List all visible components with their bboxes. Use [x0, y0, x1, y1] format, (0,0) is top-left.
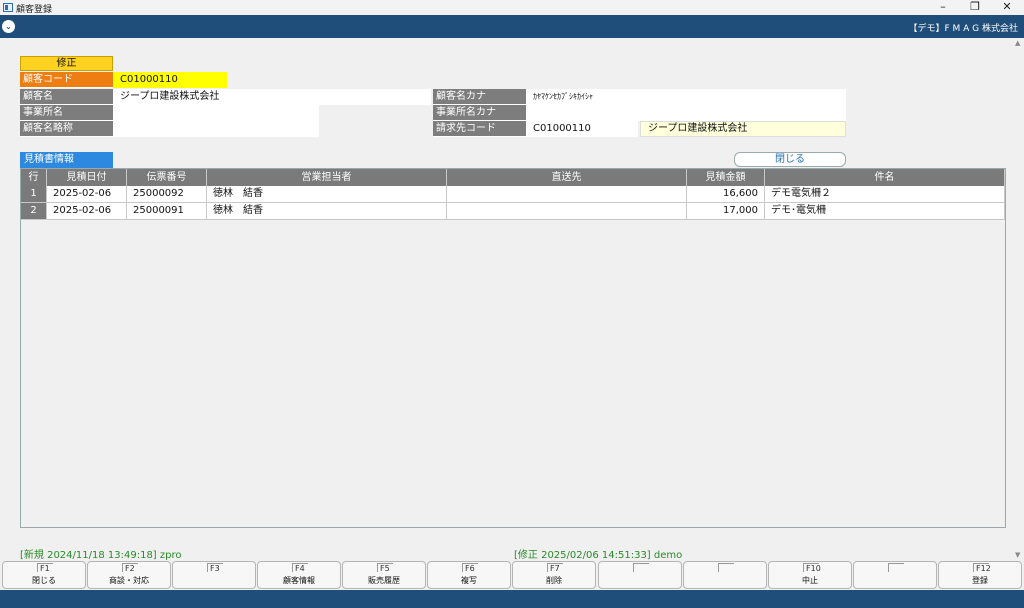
f5-button[interactable]: F5 販売履歴 — [342, 561, 426, 589]
f10-button[interactable]: F10 中止 — [768, 561, 852, 589]
short-name-field[interactable] — [113, 121, 319, 137]
fkey-label: 複写 — [461, 576, 477, 585]
f12-button[interactable]: F12 登録 — [938, 561, 1022, 589]
company-name: 【デモ】F M A G 株式会社 — [908, 24, 1018, 34]
f1-button[interactable]: F1 閉じる — [2, 561, 86, 589]
menu-bar: ⌄ 【デモ】F M A G 株式会社 — [0, 15, 1024, 38]
close-window-button[interactable]: ✕ — [991, 0, 1023, 15]
fkey-number — [888, 563, 904, 572]
mode-badge: 修正 — [20, 56, 113, 71]
table-row[interactable]: 1 2025-02-06 25000092 徳林 結香 16,600 デモ電気柵… — [21, 186, 1005, 203]
fkey-number: F2 — [122, 563, 138, 573]
fkey-label: 販売履歴 — [368, 576, 400, 585]
fkey-number: F12 — [973, 563, 991, 573]
bottom-status-bar — [0, 590, 1024, 608]
scroll-down-icon[interactable]: ▼ — [1015, 551, 1020, 559]
billing-code-field[interactable]: C01000110 — [526, 121, 638, 137]
column-header-slip[interactable]: 伝票番号 — [127, 169, 207, 186]
row-number: 1 — [21, 186, 47, 203]
window-title: 顧客登録 — [16, 5, 53, 15]
sales-rep: 徳林 結香 — [207, 203, 447, 220]
column-header-rep[interactable]: 営業担当者 — [207, 169, 447, 186]
app-window-icon — [3, 3, 13, 12]
fkey-label: 中止 — [802, 576, 818, 585]
quotes-section-title: 見積書情報 — [20, 152, 113, 168]
f7-button[interactable]: F7 削除 — [512, 561, 596, 589]
fkey-label: 顧客情報 — [283, 576, 315, 585]
close-quotes-button[interactable]: 閉じる — [734, 152, 846, 167]
minimize-button[interactable]: – — [927, 0, 959, 15]
chevron-down-icon[interactable]: ⌄ — [2, 20, 15, 33]
customer-name-field[interactable]: ジープロ建設株式会社 — [113, 89, 431, 105]
customer-code-label: 顧客コード — [20, 72, 113, 88]
fkey-number — [633, 563, 649, 572]
sales-rep: 徳林 結香 — [207, 186, 447, 203]
restore-button[interactable]: ❐ — [959, 0, 991, 15]
quote-subject: デモ電気柵２ — [765, 186, 1005, 203]
column-header-date[interactable]: 見積日付 — [47, 169, 127, 186]
f11-button[interactable] — [853, 561, 937, 589]
f8-button[interactable] — [598, 561, 682, 589]
office-kana-label: 事業所名カナ — [433, 105, 526, 121]
quote-date: 2025-02-06 — [47, 203, 127, 220]
quote-subject: デモ･電気柵 — [765, 203, 1005, 220]
f6-button[interactable]: F6 複写 — [427, 561, 511, 589]
slip-number: 25000092 — [127, 186, 207, 203]
office-field[interactable] — [113, 105, 319, 121]
customer-kana-field[interactable]: ｶﾔﾏｹﾝｾｶﾌﾞｼｷｶｲｼｬ — [526, 89, 846, 105]
quote-amount: 16,600 — [687, 186, 765, 203]
fkey-number: F5 — [377, 563, 393, 573]
column-header-row: 行 — [21, 169, 47, 186]
column-header-dest[interactable]: 直送先 — [447, 169, 687, 186]
delivery-dest — [447, 203, 687, 220]
delivery-dest — [447, 186, 687, 203]
f3-button[interactable]: F3 — [172, 561, 256, 589]
short-name-label: 顧客名略称 — [20, 121, 113, 137]
window-title-bar: 顧客登録 – ❐ ✕ — [0, 0, 1024, 15]
f9-button[interactable] — [683, 561, 767, 589]
customer-kana-label: 顧客名カナ — [433, 89, 526, 105]
fkey-number: F1 — [37, 563, 53, 573]
fkey-number: F4 — [292, 563, 308, 573]
column-header-amount[interactable]: 見積金額 — [687, 169, 765, 186]
f2-button[interactable]: F2 商談・対応 — [87, 561, 171, 589]
scroll-up-icon[interactable]: ▲ — [1015, 39, 1020, 47]
fkey-label: 商談・対応 — [109, 576, 149, 585]
customer-code-field[interactable]: C01000110 — [113, 72, 227, 88]
customer-name-label: 顧客名 — [20, 89, 113, 105]
fkey-number — [718, 563, 734, 572]
office-kana-field[interactable] — [526, 105, 846, 121]
quote-amount: 17,000 — [687, 203, 765, 220]
billing-name-field: ジープロ建設株式会社 — [640, 121, 846, 137]
created-stamp: [新規 2024/11/18 13:49:18] zpro — [20, 550, 182, 561]
billing-code-label: 請求先コード — [433, 121, 526, 137]
fkey-label: 削除 — [546, 576, 562, 585]
fkey-number: F3 — [207, 563, 223, 573]
fkey-label: 登録 — [972, 576, 988, 585]
column-header-subject[interactable]: 件名 — [765, 169, 1005, 186]
fkey-number: F7 — [547, 563, 563, 573]
table-row[interactable]: 2 2025-02-06 25000091 徳林 結香 17,000 デモ･電気… — [21, 203, 1005, 220]
row-number: 2 — [21, 203, 47, 220]
fkey-label: 閉じる — [32, 576, 56, 585]
slip-number: 25000091 — [127, 203, 207, 220]
fkey-number: F10 — [803, 563, 821, 573]
fkey-number: F6 — [462, 563, 478, 573]
f4-button[interactable]: F4 顧客情報 — [257, 561, 341, 589]
quotes-table: 行 見積日付 伝票番号 営業担当者 直送先 見積金額 件名 1 2025-02-… — [20, 168, 1006, 528]
office-label: 事業所名 — [20, 105, 113, 121]
modified-stamp: [修正 2025/02/06 14:51:33] demo — [514, 550, 683, 561]
quote-date: 2025-02-06 — [47, 186, 127, 203]
